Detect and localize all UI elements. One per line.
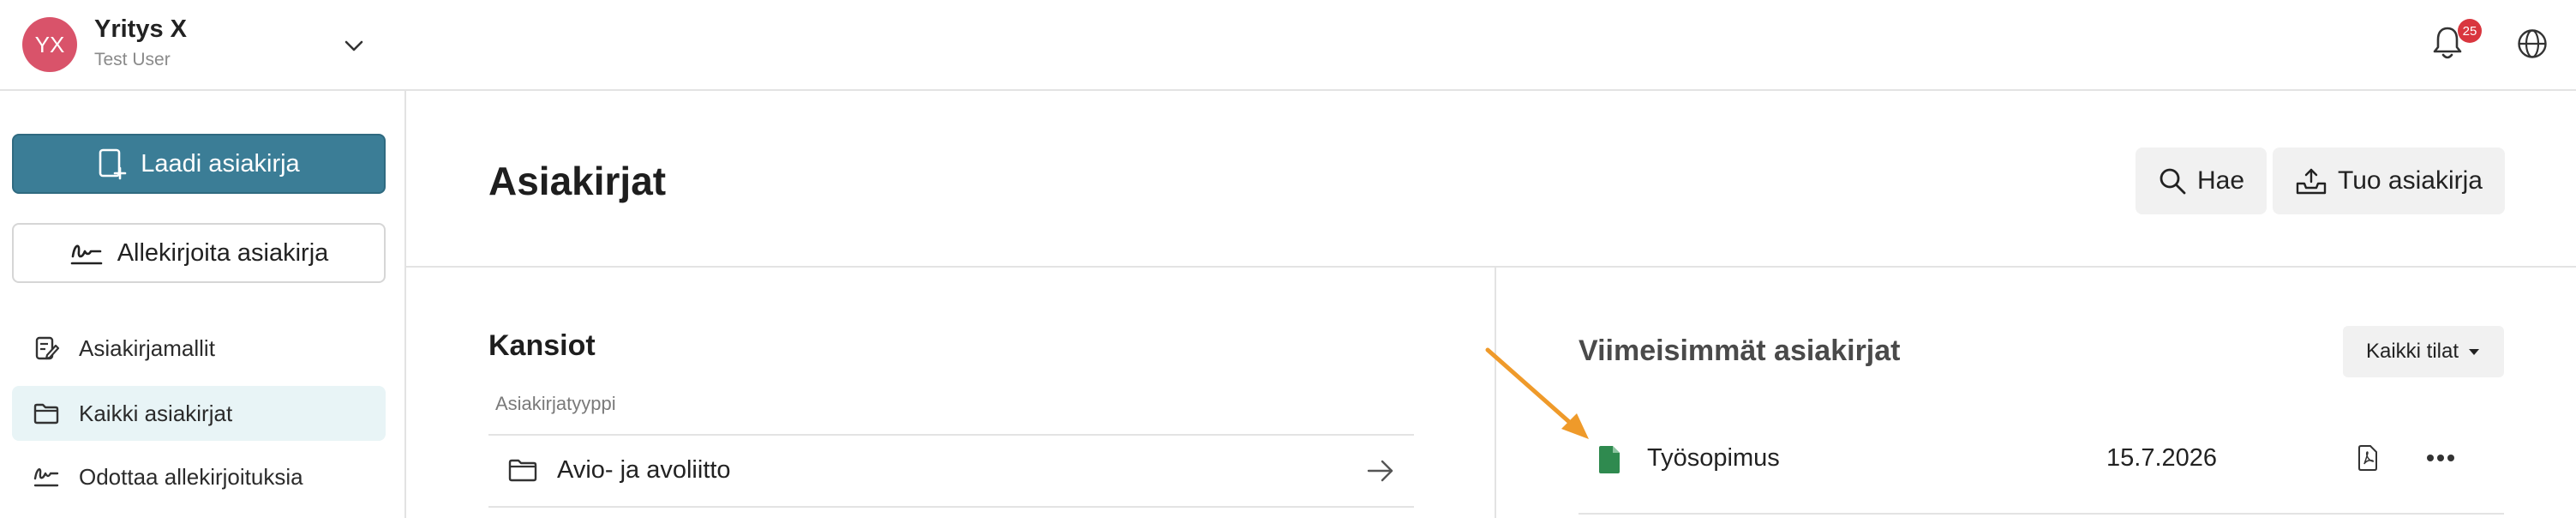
sidebar-item-all-documents[interactable]: Kaikki asiakirjat [12,386,386,441]
more-options-icon[interactable] [2425,449,2456,467]
signature-icon [70,244,103,265]
main-content: Asiakirjat Hae Tuo asiakirja Kansiot Asi… [406,91,2576,518]
chevron-down-icon[interactable] [341,33,367,58]
sidebar-item-label: Odottaa allekirjoituksia [79,463,303,490]
folder-icon [508,459,537,482]
signature-icon [33,468,59,487]
pdf-icon[interactable] [2357,444,2379,472]
avatar[interactable]: YX [22,17,77,72]
folder-row[interactable]: Avio- ja avoliitto [488,434,1414,508]
create-document-button[interactable]: Laadi asiakirja [12,134,386,194]
sign-document-button[interactable]: Allekirjoita asiakirja [12,223,386,283]
user-name: Test User [94,50,171,69]
sidebar-item-label: Asiakirjamallit [79,334,215,361]
folders-subtitle: Asiakirjatyyppi [495,393,616,414]
document-name: Työsopimus [1647,444,1780,472]
search-label: Hae [2197,166,2245,195]
document-row[interactable]: Työsopimus 15.7.2026 [1579,420,2504,515]
company-name: Yritys X [94,15,187,43]
page-title: Asiakirjat [488,159,667,203]
sidebar: Laadi asiakirja Allekirjoita asiakirja A… [0,91,406,518]
search-icon [2160,168,2186,195]
template-icon [35,336,60,360]
search-button[interactable]: Hae [2136,148,2267,214]
folder-icon [33,403,59,425]
notification-badge: 25 [2458,19,2482,43]
arrow-right-icon[interactable] [1366,458,1395,484]
create-document-label: Laadi asiakirja [141,149,300,178]
caret-down-icon [2469,349,2480,355]
status-filter-dropdown[interactable]: Kaikki tilat [2343,326,2504,377]
sign-document-label: Allekirjoita asiakirja [117,238,329,267]
sidebar-item-label: Kaikki asiakirjat [79,400,233,426]
recent-documents-title: Viimeisimmät asiakirjat [1579,334,1901,367]
document-date: 15.7.2026 [2106,444,2218,472]
sidebar-item-awaiting-signatures[interactable]: Odottaa allekirjoituksia [12,449,386,504]
import-document-label: Tuo asiakirja [2338,166,2483,195]
upload-icon [2296,168,2327,195]
import-document-button[interactable]: Tuo asiakirja [2273,148,2505,214]
folder-label: Avio- ja avoliitto [557,456,731,484]
top-bar: YX Yritys X Test User 25 [0,0,2576,91]
folders-title: Kansiot [488,329,596,362]
sidebar-item-templates[interactable]: Asiakirjamallit [12,321,386,376]
globe-icon[interactable] [2516,27,2549,60]
new-document-icon [99,148,127,180]
header-divider [406,266,2576,268]
annotation-arrow [1485,347,1589,439]
status-filter-label: Kaikki tilat [2365,340,2459,363]
document-icon [1599,446,1620,473]
